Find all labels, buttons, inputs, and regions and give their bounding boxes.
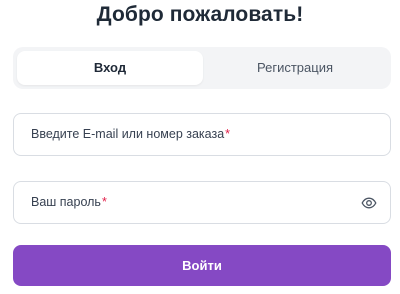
tab-register[interactable]: Регистрация (203, 51, 387, 85)
password-field-label: Ваш пароль* (31, 182, 107, 223)
page-title: Добро пожаловать! (96, 3, 304, 26)
email-field-label-text: Введите E-mail или номер заказа (31, 127, 225, 141)
email-field-label: Введите E-mail или номер заказа* (31, 114, 230, 155)
eye-icon[interactable] (361, 195, 377, 211)
tab-login[interactable]: Вход (17, 51, 203, 85)
email-or-order-field[interactable]: Введите E-mail или номер заказа* (13, 113, 391, 156)
required-mark: * (225, 127, 231, 141)
login-button[interactable]: Войти (13, 245, 391, 286)
required-mark: * (101, 195, 107, 209)
auth-tabs: Вход Регистрация (13, 47, 391, 89)
login-form: Добро пожаловать! Вход Регистрация Введи… (0, 0, 400, 294)
password-field[interactable]: Ваш пароль* (13, 181, 391, 224)
password-field-label-text: Ваш пароль (31, 195, 101, 209)
